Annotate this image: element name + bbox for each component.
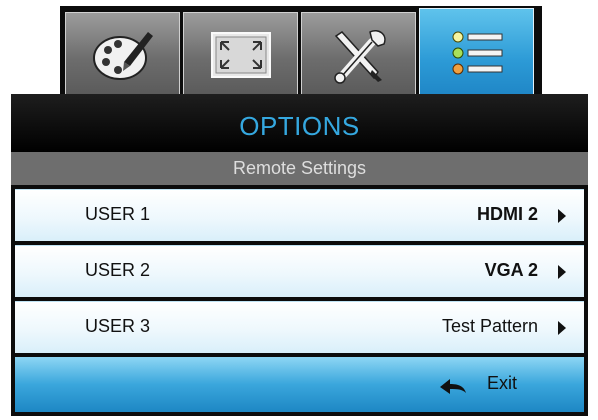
tab-image[interactable] [65,12,180,96]
menu-item-value: VGA 2 [484,260,538,280]
menu-title-bar: OPTIONS [11,94,588,152]
menu-item-user-2[interactable]: USER 2 VGA 2 [15,245,584,297]
right-arrow-icon [558,209,566,223]
palette-icon [92,31,153,80]
menu-item-label: USER 1 [85,204,151,224]
display-fullscreen-icon [210,31,271,78]
menu-item-user-1[interactable]: USER 1 HDMI 2 [15,189,584,241]
submenu-title-bar: Remote Settings [11,152,588,185]
menu-tab-strip [60,6,542,96]
menu-item-label: USER 3 [85,316,151,336]
options-panel: OPTIONS Remote Settings USER 1 HDMI 2 US… [11,94,588,416]
submenu-title: Remote Settings [232,158,367,178]
return-arrow-icon [440,379,466,394]
menu-title: OPTIONS [239,110,360,141]
menu-item-user-3[interactable]: USER 3 Test Pattern [15,301,584,353]
tab-setup[interactable] [301,12,416,96]
exit-label: Exit [487,373,518,393]
exit-button[interactable]: Exit [15,357,584,412]
tab-display[interactable] [183,12,298,96]
right-arrow-icon [558,265,566,279]
right-arrow-icon [558,321,566,335]
wrench-screwdriver-icon [333,29,386,84]
options-list-icon [452,31,502,74]
tab-options[interactable] [419,8,534,96]
menu-item-label: USER 2 [85,260,151,280]
menu-item-value: Test Pattern [441,316,538,336]
menu-item-value: HDMI 2 [476,204,538,224]
projector-osd-menu: OPTIONS Remote Settings USER 1 HDMI 2 US… [0,0,598,420]
